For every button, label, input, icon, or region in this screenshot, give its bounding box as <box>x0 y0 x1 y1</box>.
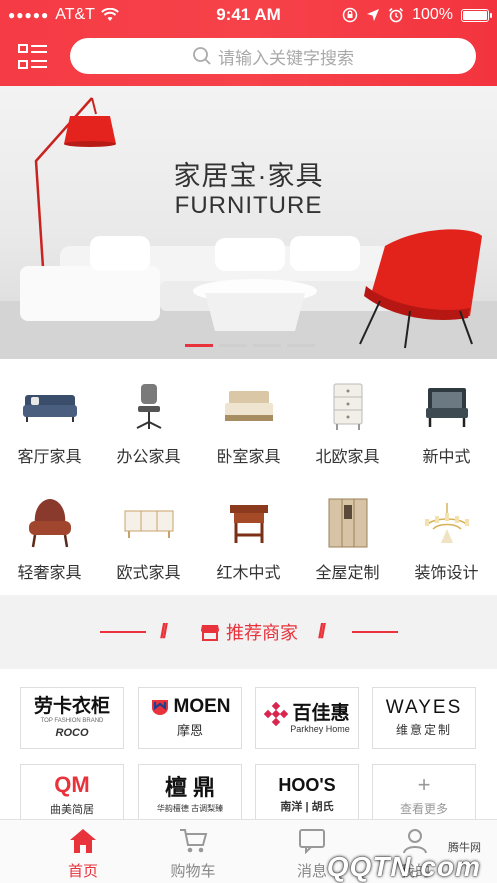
merchant-wayes[interactable]: WAYES 维意定制 <box>372 687 476 749</box>
merchant-sub: 南洋 | 胡氏 <box>280 801 334 814</box>
merchant-moen[interactable]: MOEN 摩恩 <box>138 687 242 749</box>
home-icon <box>70 829 96 853</box>
merchant-name: 百佳惠 <box>292 702 350 724</box>
sofa-icon <box>22 395 77 422</box>
banner-subtitle: FURNITURE <box>174 192 323 219</box>
tab-home[interactable]: 首页 <box>33 826 133 881</box>
plus-icon: + <box>417 771 431 797</box>
category-label: 装饰设计 <box>414 565 479 582</box>
merchant-sub: 维意定制 <box>395 723 452 738</box>
merchant-sub: ROCO <box>55 726 89 739</box>
tab-label: 购物车 <box>170 863 216 880</box>
battery-percent: 100% <box>412 6 453 23</box>
banner-carousel[interactable]: 家居宝·家具 FURNITURE <box>0 86 497 359</box>
lock-rotation-icon <box>342 7 358 23</box>
moen-logo-icon <box>151 699 168 715</box>
category-whole-house[interactable]: 全屋定制 <box>298 497 397 583</box>
search-icon <box>193 47 211 65</box>
header: ●●●●● AT&T 9:41 AM 100% 请输入关键字搜索 <box>0 0 497 86</box>
merchant-name: MOEN <box>173 695 231 717</box>
tab-cart[interactable]: 购物车 <box>143 826 243 881</box>
luxury-chair-icon <box>28 499 71 548</box>
watermark: 腾牛网 QQTN.com <box>307 827 487 883</box>
wooden-stool-icon <box>229 505 268 543</box>
battery-icon <box>461 8 492 22</box>
tv-stand-icon <box>124 510 173 538</box>
shop-icon <box>201 625 219 641</box>
merchant-sub: Parkhey Home <box>290 724 350 734</box>
merchant-tagline: TOP FASHION BRAND <box>40 717 104 724</box>
chandelier-icon <box>424 503 469 543</box>
category-label: 新中式 <box>422 449 471 466</box>
category-european[interactable]: 欧式家具 <box>99 497 198 583</box>
divider-left <box>100 631 146 633</box>
armchair-icon <box>425 388 468 427</box>
office-chair-icon <box>136 384 161 429</box>
slash-decor-right: // <box>318 621 326 643</box>
category-label: 卧室家具 <box>216 449 281 466</box>
search-bar[interactable]: 请输入关键字搜索 <box>70 38 476 74</box>
merchant-parkhey[interactable]: 百佳惠 Parkhey Home <box>255 687 359 749</box>
merchant-qumei[interactable]: QM 曲美简居 <box>20 764 124 819</box>
watermark-logo: QQTN.com <box>326 851 481 882</box>
carousel-dot[interactable] <box>287 344 315 347</box>
alarm-icon <box>389 7 404 23</box>
cabinet-icon <box>333 383 362 430</box>
category-grid: 客厅家具 办公家具 卧室家具 北欧家具 新中式 轻奢家具 欧式家具 红木中式 全… <box>0 359 497 595</box>
divider-right <box>352 631 398 633</box>
list-menu-icon <box>18 44 47 69</box>
category-label: 轻奢家具 <box>17 565 82 582</box>
merchant-tanding[interactable]: 檀 鼎 华韵檀德 古调梨臻 <box>138 764 242 819</box>
category-label: 办公家具 <box>116 449 181 466</box>
view-more-label: 查看更多 <box>399 801 448 816</box>
recommended-merchants-header: // 推荐商家 // <box>0 595 497 669</box>
category-new-chinese[interactable]: 新中式 <box>397 381 496 467</box>
merchant-name: WAYES <box>385 696 463 718</box>
category-label: 红木中式 <box>216 565 281 582</box>
category-living-room[interactable]: 客厅家具 <box>0 381 99 467</box>
merchant-hoos[interactable]: HOO'S 南洋 | 胡氏 <box>255 764 359 819</box>
merchant-sub: 曲美简居 <box>50 803 94 816</box>
merchant-name: HOO'S <box>278 774 336 795</box>
status-bar: ●●●●● AT&T 9:41 AM 100% <box>0 0 497 30</box>
search-placeholder: 请输入关键字搜索 <box>218 48 354 68</box>
carousel-dot[interactable] <box>219 344 247 347</box>
merchant-name: 劳卡衣柜 <box>33 696 110 718</box>
category-label: 全屋定制 <box>315 565 380 582</box>
merchant-name: 檀 鼎 <box>164 774 216 800</box>
parkhey-logo-icon <box>264 702 289 726</box>
section-title: 推荐商家 <box>226 623 298 643</box>
category-label: 欧式家具 <box>116 565 181 582</box>
merchant-grid: 劳卡衣柜 TOP FASHION BRAND ROCO MOEN 摩恩 百佳惠 … <box>0 669 497 819</box>
merchant-name: QM <box>54 772 90 798</box>
category-rosewood[interactable]: 红木中式 <box>199 497 298 583</box>
tab-label: 首页 <box>67 863 98 880</box>
view-more-merchants[interactable]: + 查看更多 <box>372 764 476 819</box>
category-label: 北欧家具 <box>315 449 380 466</box>
category-bedroom[interactable]: 卧室家具 <box>199 381 298 467</box>
merchant-sub: 华韵檀德 古调梨臻 <box>156 804 224 814</box>
menu-button[interactable] <box>16 42 50 72</box>
category-office[interactable]: 办公家具 <box>99 381 198 467</box>
category-label: 客厅家具 <box>17 449 82 466</box>
carousel-dot-active[interactable] <box>185 344 213 347</box>
merchant-sub: 摩恩 <box>176 723 203 739</box>
banner-image <box>0 97 497 359</box>
merchant-roco[interactable]: 劳卡衣柜 TOP FASHION BRAND ROCO <box>20 687 124 749</box>
category-decoration[interactable]: 装饰设计 <box>397 497 496 583</box>
cart-icon <box>180 829 208 853</box>
category-light-luxury[interactable]: 轻奢家具 <box>0 497 99 583</box>
category-nordic[interactable]: 北欧家具 <box>298 381 397 467</box>
carousel-indicators <box>185 344 315 347</box>
carousel-dot[interactable] <box>253 344 281 347</box>
location-icon <box>367 9 380 21</box>
slash-decor-left: // <box>160 621 168 643</box>
bed-icon <box>224 391 273 421</box>
banner-title: 家居宝·家具 <box>173 161 324 191</box>
wardrobe-icon <box>328 498 367 548</box>
